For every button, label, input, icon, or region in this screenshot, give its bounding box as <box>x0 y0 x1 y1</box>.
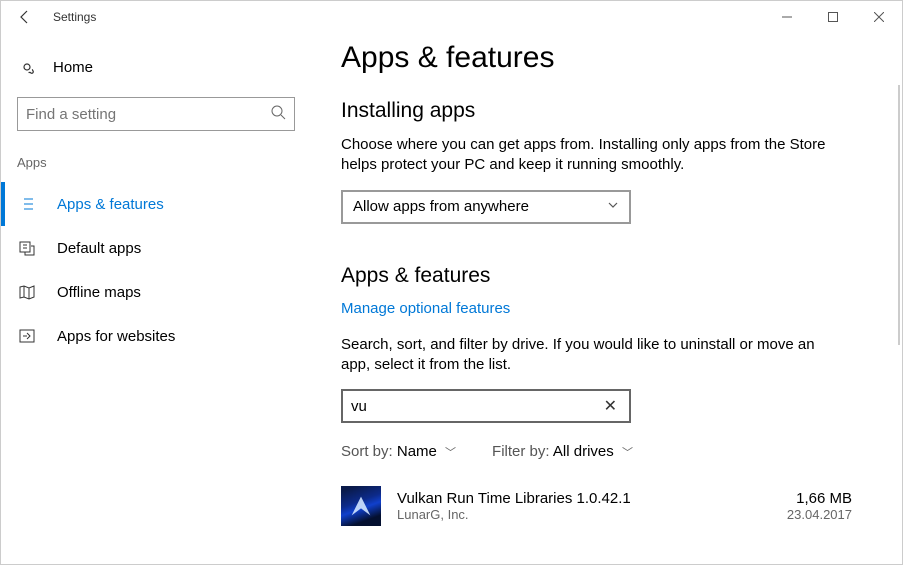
app-list-item[interactable]: Vulkan Run Time Libraries 1.0.42.1 Lunar… <box>341 480 852 532</box>
find-setting-search[interactable] <box>17 97 295 131</box>
search-icon <box>270 104 286 125</box>
category-label: Apps <box>1 155 311 170</box>
filter-by-value: All drives <box>553 443 614 460</box>
dropdown-value: Allow apps from anywhere <box>353 198 529 215</box>
app-search-box[interactable]: ✕ <box>341 389 631 423</box>
scrollbar[interactable] <box>898 85 900 345</box>
sidebar-item-apps-features[interactable]: Apps & features <box>1 182 311 226</box>
app-size: 1,66 MB <box>787 490 852 507</box>
page-heading: Apps & features <box>341 41 852 75</box>
app-date: 23.04.2017 <box>787 507 852 522</box>
app-name: Vulkan Run Time Libraries 1.0.42.1 <box>397 490 787 507</box>
sidebar-item-offline-maps[interactable]: Offline maps <box>1 270 311 314</box>
close-button[interactable] <box>856 1 902 33</box>
sidebar-item-label: Apps for websites <box>57 328 175 345</box>
filter-by-control[interactable]: Filter by: All drives ﹀ <box>492 443 633 460</box>
sidebar-item-default-apps[interactable]: Default apps <box>1 226 311 270</box>
filter-by-label: Filter by: <box>492 443 550 460</box>
apps-features-heading: Apps & features <box>341 264 852 288</box>
chevron-down-icon: ﹀ <box>445 447 456 459</box>
installing-apps-desc: Choose where you can get apps from. Inst… <box>341 135 841 176</box>
sidebar: Home Apps Apps & features Default apps <box>1 33 311 564</box>
home-label: Home <box>53 59 93 76</box>
sort-by-control[interactable]: Sort by: Name ﹀ <box>341 443 456 460</box>
window-title: Settings <box>53 10 96 24</box>
install-source-dropdown[interactable]: Allow apps from anywhere <box>341 190 631 224</box>
app-icon <box>341 486 381 526</box>
sidebar-item-label: Default apps <box>57 240 141 257</box>
home-nav[interactable]: Home <box>1 49 311 85</box>
sort-by-label: Sort by: <box>341 443 393 460</box>
back-button[interactable] <box>9 1 41 33</box>
sort-by-value: Name <box>397 443 437 460</box>
map-icon <box>17 282 37 302</box>
sidebar-item-apps-websites[interactable]: Apps for websites <box>1 314 311 358</box>
clear-search-icon[interactable]: ✕ <box>600 396 621 416</box>
manage-optional-features-link[interactable]: Manage optional features <box>341 300 510 317</box>
apps-features-desc: Search, sort, and filter by drive. If yo… <box>341 335 841 376</box>
app-publisher: LunarG, Inc. <box>397 507 787 522</box>
gear-icon <box>17 57 37 77</box>
find-setting-input[interactable] <box>26 106 270 123</box>
chevron-down-icon <box>607 198 619 215</box>
websites-icon <box>17 326 37 346</box>
sidebar-item-label: Apps & features <box>57 196 164 213</box>
list-icon <box>17 194 37 214</box>
chevron-down-icon: ﹀ <box>622 447 633 459</box>
app-search-input[interactable] <box>351 398 600 415</box>
main-panel: Apps & features Installing apps Choose w… <box>311 33 902 564</box>
installing-apps-heading: Installing apps <box>341 99 852 123</box>
titlebar: Settings <box>1 1 902 33</box>
minimize-button[interactable] <box>764 1 810 33</box>
sidebar-item-label: Offline maps <box>57 284 141 301</box>
defaults-icon <box>17 238 37 258</box>
maximize-button[interactable] <box>810 1 856 33</box>
